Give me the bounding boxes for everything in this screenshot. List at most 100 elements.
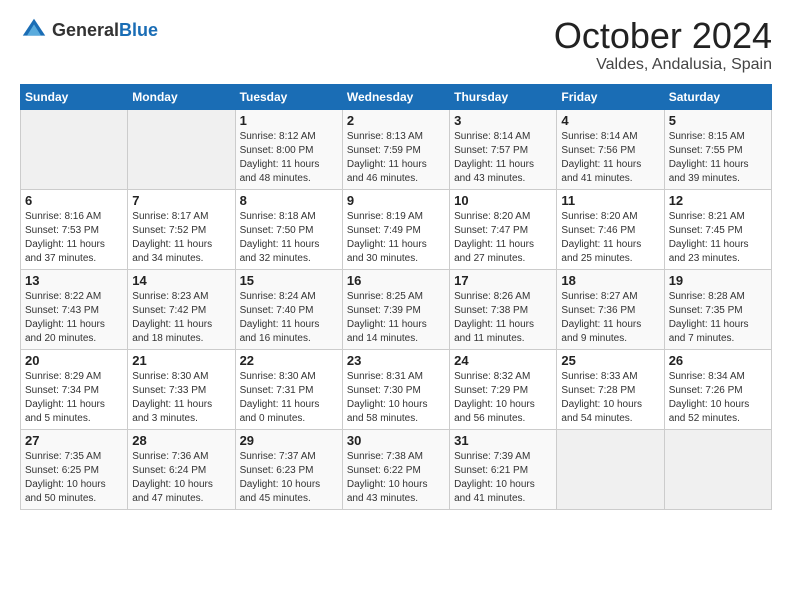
- page-container: GeneralBlue October 2024 Valdes, Andalus…: [0, 0, 792, 520]
- calendar-week-row: 20 Sunrise: 8:29 AMSunset: 7:34 PMDaylig…: [21, 349, 772, 429]
- day-number: 7: [132, 193, 230, 208]
- calendar-cell: 3 Sunrise: 8:14 AMSunset: 7:57 PMDayligh…: [450, 109, 557, 189]
- calendar-cell: 28 Sunrise: 7:36 AMSunset: 6:24 PMDaylig…: [128, 429, 235, 509]
- day-number: 18: [561, 273, 659, 288]
- day-number: 1: [240, 113, 338, 128]
- day-number: 8: [240, 193, 338, 208]
- day-detail: Sunrise: 8:30 AMSunset: 7:31 PMDaylight:…: [240, 370, 338, 426]
- calendar-cell: 2 Sunrise: 8:13 AMSunset: 7:59 PMDayligh…: [342, 109, 449, 189]
- day-detail: Sunrise: 8:22 AMSunset: 7:43 PMDaylight:…: [25, 290, 123, 346]
- day-detail: Sunrise: 8:31 AMSunset: 7:30 PMDaylight:…: [347, 370, 445, 426]
- day-number: 4: [561, 113, 659, 128]
- month-title: October 2024: [554, 16, 772, 56]
- day-number: 13: [25, 273, 123, 288]
- day-detail: Sunrise: 8:27 AMSunset: 7:36 PMDaylight:…: [561, 290, 659, 346]
- calendar-cell: 7 Sunrise: 8:17 AMSunset: 7:52 PMDayligh…: [128, 189, 235, 269]
- calendar-cell: 19 Sunrise: 8:28 AMSunset: 7:35 PMDaylig…: [664, 269, 771, 349]
- day-number: 17: [454, 273, 552, 288]
- calendar-cell: 11 Sunrise: 8:20 AMSunset: 7:46 PMDaylig…: [557, 189, 664, 269]
- day-number: 6: [25, 193, 123, 208]
- calendar-cell: 12 Sunrise: 8:21 AMSunset: 7:45 PMDaylig…: [664, 189, 771, 269]
- day-detail: Sunrise: 8:12 AMSunset: 8:00 PMDaylight:…: [240, 130, 338, 186]
- calendar-cell: 8 Sunrise: 8:18 AMSunset: 7:50 PMDayligh…: [235, 189, 342, 269]
- calendar-header-row: Sunday Monday Tuesday Wednesday Thursday…: [21, 84, 772, 109]
- day-number: 16: [347, 273, 445, 288]
- col-saturday: Saturday: [664, 84, 771, 109]
- title-block: October 2024 Valdes, Andalusia, Spain: [554, 16, 772, 74]
- day-number: 9: [347, 193, 445, 208]
- calendar-cell: 22 Sunrise: 8:30 AMSunset: 7:31 PMDaylig…: [235, 349, 342, 429]
- calendar-cell: 14 Sunrise: 8:23 AMSunset: 7:42 PMDaylig…: [128, 269, 235, 349]
- day-number: 26: [669, 353, 767, 368]
- day-number: 11: [561, 193, 659, 208]
- calendar-cell: 4 Sunrise: 8:14 AMSunset: 7:56 PMDayligh…: [557, 109, 664, 189]
- day-detail: Sunrise: 7:35 AMSunset: 6:25 PMDaylight:…: [25, 450, 123, 506]
- col-monday: Monday: [128, 84, 235, 109]
- day-number: 3: [454, 113, 552, 128]
- calendar-cell: 25 Sunrise: 8:33 AMSunset: 7:28 PMDaylig…: [557, 349, 664, 429]
- logo-icon: [20, 16, 48, 44]
- calendar-cell: [664, 429, 771, 509]
- day-number: 23: [347, 353, 445, 368]
- col-tuesday: Tuesday: [235, 84, 342, 109]
- day-number: 28: [132, 433, 230, 448]
- calendar-week-row: 6 Sunrise: 8:16 AMSunset: 7:53 PMDayligh…: [21, 189, 772, 269]
- day-detail: Sunrise: 8:14 AMSunset: 7:57 PMDaylight:…: [454, 130, 552, 186]
- day-detail: Sunrise: 8:17 AMSunset: 7:52 PMDaylight:…: [132, 210, 230, 266]
- calendar-cell: [557, 429, 664, 509]
- calendar-cell: 26 Sunrise: 8:34 AMSunset: 7:26 PMDaylig…: [664, 349, 771, 429]
- day-detail: Sunrise: 8:32 AMSunset: 7:29 PMDaylight:…: [454, 370, 552, 426]
- col-friday: Friday: [557, 84, 664, 109]
- day-number: 27: [25, 433, 123, 448]
- calendar-cell: 15 Sunrise: 8:24 AMSunset: 7:40 PMDaylig…: [235, 269, 342, 349]
- calendar-week-row: 1 Sunrise: 8:12 AMSunset: 8:00 PMDayligh…: [21, 109, 772, 189]
- day-detail: Sunrise: 7:38 AMSunset: 6:22 PMDaylight:…: [347, 450, 445, 506]
- calendar-cell: 30 Sunrise: 7:38 AMSunset: 6:22 PMDaylig…: [342, 429, 449, 509]
- calendar-cell: 17 Sunrise: 8:26 AMSunset: 7:38 PMDaylig…: [450, 269, 557, 349]
- day-number: 19: [669, 273, 767, 288]
- calendar-cell: [21, 109, 128, 189]
- day-detail: Sunrise: 8:28 AMSunset: 7:35 PMDaylight:…: [669, 290, 767, 346]
- day-number: 21: [132, 353, 230, 368]
- day-number: 25: [561, 353, 659, 368]
- calendar-cell: 1 Sunrise: 8:12 AMSunset: 8:00 PMDayligh…: [235, 109, 342, 189]
- day-detail: Sunrise: 8:20 AMSunset: 7:46 PMDaylight:…: [561, 210, 659, 266]
- day-number: 29: [240, 433, 338, 448]
- location-title: Valdes, Andalusia, Spain: [554, 56, 772, 74]
- calendar-cell: 16 Sunrise: 8:25 AMSunset: 7:39 PMDaylig…: [342, 269, 449, 349]
- day-detail: Sunrise: 8:19 AMSunset: 7:49 PMDaylight:…: [347, 210, 445, 266]
- calendar-cell: 5 Sunrise: 8:15 AMSunset: 7:55 PMDayligh…: [664, 109, 771, 189]
- day-number: 5: [669, 113, 767, 128]
- header: GeneralBlue October 2024 Valdes, Andalus…: [20, 16, 772, 74]
- logo-blue: Blue: [119, 20, 158, 40]
- day-detail: Sunrise: 8:33 AMSunset: 7:28 PMDaylight:…: [561, 370, 659, 426]
- calendar-cell: 6 Sunrise: 8:16 AMSunset: 7:53 PMDayligh…: [21, 189, 128, 269]
- col-thursday: Thursday: [450, 84, 557, 109]
- day-detail: Sunrise: 8:25 AMSunset: 7:39 PMDaylight:…: [347, 290, 445, 346]
- day-detail: Sunrise: 8:23 AMSunset: 7:42 PMDaylight:…: [132, 290, 230, 346]
- calendar-cell: 27 Sunrise: 7:35 AMSunset: 6:25 PMDaylig…: [21, 429, 128, 509]
- day-detail: Sunrise: 8:26 AMSunset: 7:38 PMDaylight:…: [454, 290, 552, 346]
- day-number: 2: [347, 113, 445, 128]
- day-detail: Sunrise: 8:18 AMSunset: 7:50 PMDaylight:…: [240, 210, 338, 266]
- logo-text: GeneralBlue: [52, 20, 158, 41]
- day-number: 12: [669, 193, 767, 208]
- calendar-cell: [128, 109, 235, 189]
- day-detail: Sunrise: 8:20 AMSunset: 7:47 PMDaylight:…: [454, 210, 552, 266]
- calendar-cell: 23 Sunrise: 8:31 AMSunset: 7:30 PMDaylig…: [342, 349, 449, 429]
- day-number: 15: [240, 273, 338, 288]
- calendar-cell: 29 Sunrise: 7:37 AMSunset: 6:23 PMDaylig…: [235, 429, 342, 509]
- calendar-cell: 31 Sunrise: 7:39 AMSunset: 6:21 PMDaylig…: [450, 429, 557, 509]
- calendar-cell: 10 Sunrise: 8:20 AMSunset: 7:47 PMDaylig…: [450, 189, 557, 269]
- day-detail: Sunrise: 8:24 AMSunset: 7:40 PMDaylight:…: [240, 290, 338, 346]
- day-detail: Sunrise: 8:30 AMSunset: 7:33 PMDaylight:…: [132, 370, 230, 426]
- day-detail: Sunrise: 8:16 AMSunset: 7:53 PMDaylight:…: [25, 210, 123, 266]
- calendar-cell: 18 Sunrise: 8:27 AMSunset: 7:36 PMDaylig…: [557, 269, 664, 349]
- calendar-cell: 21 Sunrise: 8:30 AMSunset: 7:33 PMDaylig…: [128, 349, 235, 429]
- logo: GeneralBlue: [20, 16, 158, 44]
- day-detail: Sunrise: 7:36 AMSunset: 6:24 PMDaylight:…: [132, 450, 230, 506]
- day-number: 22: [240, 353, 338, 368]
- day-number: 31: [454, 433, 552, 448]
- day-detail: Sunrise: 7:37 AMSunset: 6:23 PMDaylight:…: [240, 450, 338, 506]
- col-sunday: Sunday: [21, 84, 128, 109]
